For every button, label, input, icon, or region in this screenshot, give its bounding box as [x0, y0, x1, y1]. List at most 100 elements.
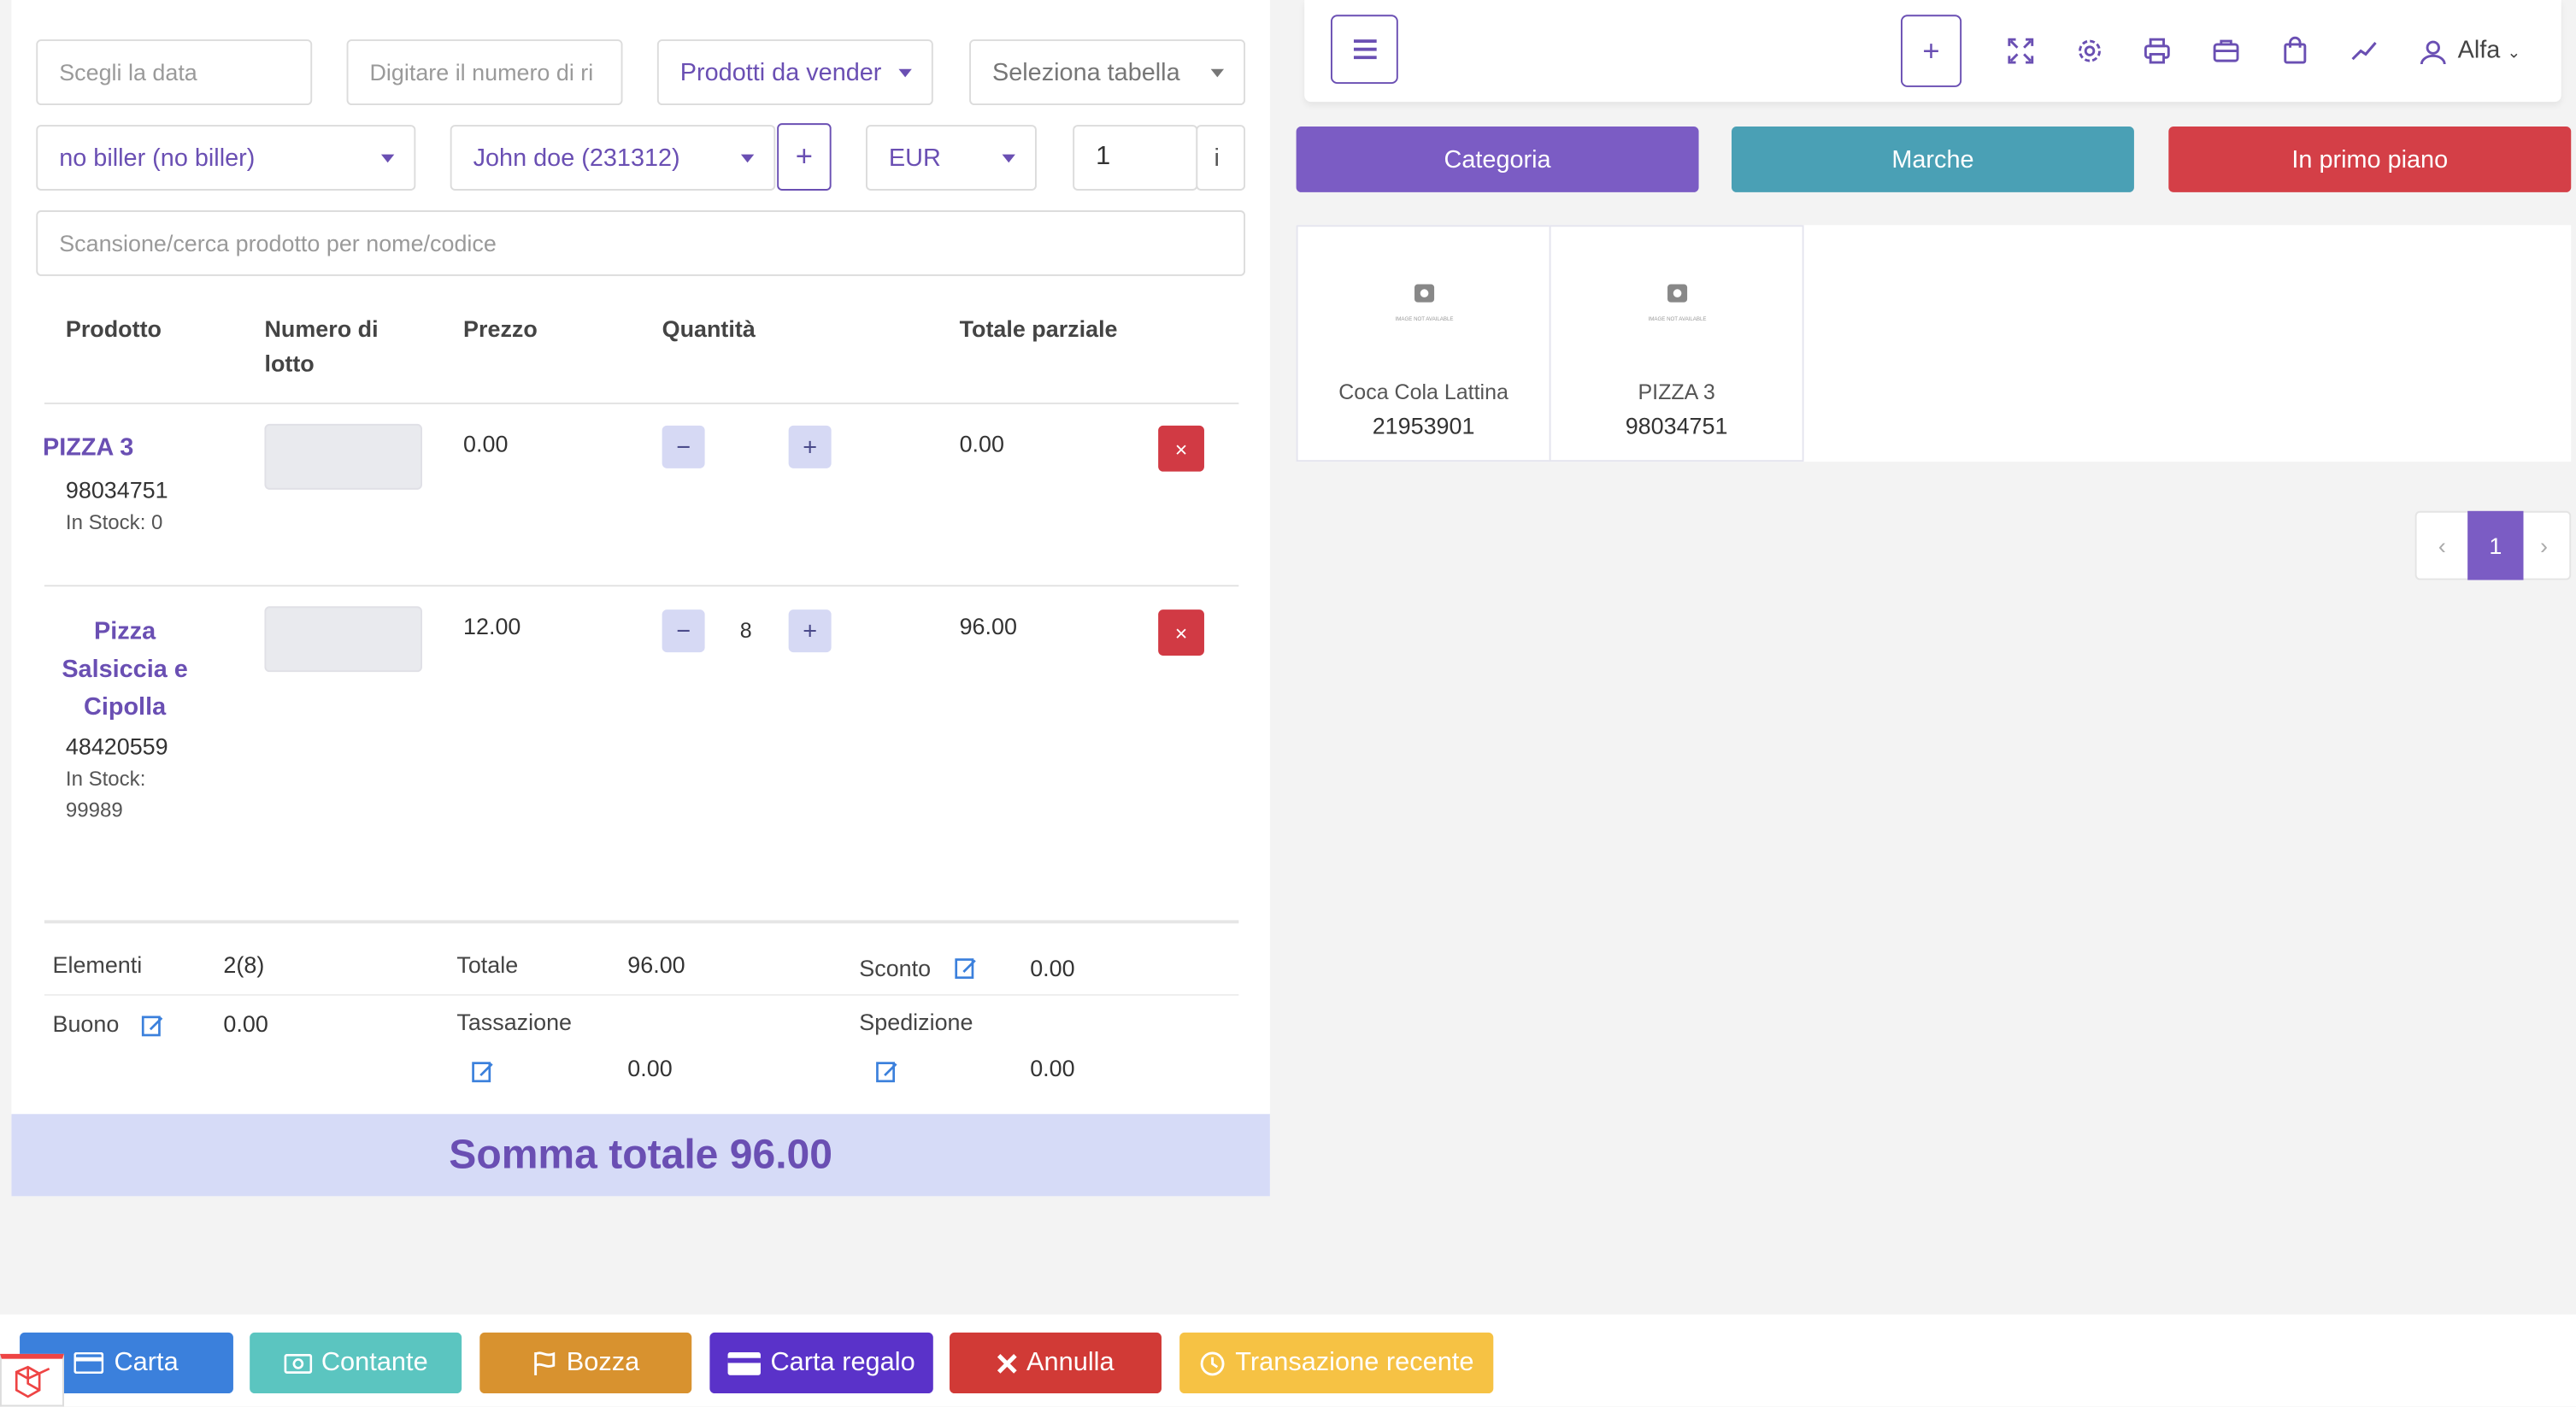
briefcase-icon[interactable]	[2211, 36, 2241, 66]
col-product: Prodotto	[65, 315, 162, 342]
image-caption: IMAGE NOT AVAILABLE	[1648, 316, 1706, 322]
next-page-button[interactable]: ›	[2519, 513, 2570, 579]
table-select-value: Seleziona tabella	[992, 58, 1180, 86]
product-card-name: Coca Cola Lattina	[1338, 380, 1509, 404]
current-page-button[interactable]: 1	[2467, 510, 2524, 580]
date-input[interactable]: Scegli la data	[36, 39, 313, 106]
category-button[interactable]: Categoria	[1296, 127, 1699, 192]
product-search-input[interactable]: Scansione/cerca prodotto per nome/codice	[36, 210, 1246, 276]
gift-card-label: Carta regalo	[770, 1348, 915, 1376]
row-product-stock: In Stock: 99989	[65, 767, 146, 822]
product-card[interactable]: IMAGE NOT AVAILABLE PIZZA 3 98034751	[1549, 225, 1804, 462]
image-placeholder-icon: IMAGE NOT AVAILABLE	[1648, 284, 1706, 322]
user-menu[interactable]: Alfa ⌄	[2458, 36, 2521, 64]
row-price: 12.00	[463, 612, 521, 639]
product-card-name: PIZZA 3	[1638, 380, 1715, 404]
biller-value: no biller (no biller)	[59, 144, 256, 172]
menu-toggle-button[interactable]	[1330, 15, 1398, 85]
edit-icon[interactable]	[472, 1060, 495, 1083]
edit-icon[interactable]	[955, 957, 978, 980]
col-price: Prezzo	[463, 315, 538, 342]
lot-number-input[interactable]	[264, 606, 423, 673]
payment-bar: Carta Contante Bozza Carta regalo Annull…	[0, 1314, 2576, 1407]
card-payment-label: Carta	[114, 1348, 179, 1376]
col-subtotal: Totale parziale	[959, 315, 1118, 342]
row-product-name[interactable]: Pizza Salsiccia e Cipolla	[43, 613, 207, 727]
biller-select[interactable]: no biller (no biller)	[36, 125, 416, 191]
brands-button[interactable]: Marche	[1731, 127, 2134, 192]
shipping-value: 0.00	[1030, 1055, 1075, 1081]
lot-number-input[interactable]	[264, 423, 423, 490]
reference-input[interactable]: Digitare il numero di ri	[346, 39, 623, 106]
reference-placeholder: Digitare il numero di ri	[369, 59, 594, 85]
discount-value: 0.00	[1030, 954, 1075, 981]
row-product-name[interactable]: PIZZA 3	[43, 429, 133, 467]
cash-payment-button[interactable]: Contante	[250, 1332, 462, 1394]
items-label: Elementi	[52, 951, 143, 978]
framework-logo	[0, 1353, 64, 1407]
row-product-code: 98034751	[65, 476, 168, 503]
delete-row-button[interactable]: ×	[1158, 425, 1204, 472]
user-icon[interactable]	[2418, 38, 2448, 68]
products-to-sell-select[interactable]: Prodotti da vender	[656, 39, 933, 106]
product-grid: IMAGE NOT AVAILABLE Coca Cola Lattina 21…	[1296, 225, 2572, 462]
add-button[interactable]: +	[1900, 15, 1962, 87]
draft-label: Bozza	[566, 1348, 640, 1376]
money-icon	[283, 1352, 312, 1373]
chevron-down-icon	[740, 154, 755, 163]
divider	[44, 402, 1239, 404]
add-customer-button[interactable]: +	[777, 123, 832, 191]
row-subtotal: 0.00	[959, 430, 1004, 457]
draft-button[interactable]: Bozza	[479, 1332, 692, 1394]
date-placeholder: Scegli la data	[59, 59, 197, 85]
cancel-label: Annulla	[1026, 1348, 1115, 1376]
shopping-bag-icon[interactable]	[2280, 36, 2310, 66]
tax-value: 0.00	[627, 1055, 673, 1081]
chevron-down-icon	[898, 68, 912, 78]
delete-row-button[interactable]: ×	[1158, 609, 1204, 656]
cancel-button[interactable]: Annulla	[950, 1332, 1162, 1394]
credit-card-icon	[74, 1351, 104, 1374]
recent-transactions-button[interactable]: Transazione recente	[1179, 1332, 1494, 1394]
divider	[44, 920, 1239, 924]
exchange-rate-input[interactable]: 1	[1073, 125, 1198, 191]
quantity-input[interactable]	[705, 426, 787, 468]
divider	[44, 585, 1239, 587]
image-placeholder-icon: IMAGE NOT AVAILABLE	[1395, 284, 1453, 322]
shipping-label: Spedizione	[859, 1009, 973, 1035]
row-product-code: 48420559	[65, 733, 168, 760]
clock-icon	[1200, 1351, 1225, 1375]
decrease-quantity-button[interactable]: −	[662, 609, 705, 653]
prev-page-button[interactable]: ‹	[2417, 513, 2468, 579]
col-quantity: Quantità	[662, 315, 756, 342]
coupon-value: 0.00	[223, 1010, 268, 1037]
decrease-quantity-button[interactable]: −	[662, 425, 705, 468]
customer-select[interactable]: John doe (231312)	[450, 125, 776, 191]
total-value: 96.00	[627, 951, 685, 978]
chevron-down-icon	[1210, 68, 1225, 78]
table-select[interactable]: Seleziona tabella	[969, 39, 1246, 106]
products-to-sell-value: Prodotti da vender	[679, 58, 882, 86]
exchange-rate-value: 1	[1096, 143, 1111, 171]
fullscreen-icon[interactable]	[2006, 36, 2036, 66]
close-icon	[997, 1353, 1017, 1373]
customer-value: John doe (231312)	[473, 144, 680, 172]
gear-icon[interactable]	[2075, 36, 2105, 66]
edit-icon[interactable]	[876, 1060, 899, 1083]
increase-quantity-button[interactable]: +	[788, 609, 832, 653]
quantity-input[interactable]: 8	[705, 609, 787, 652]
featured-button[interactable]: In primo piano	[2168, 127, 2572, 192]
product-card[interactable]: IMAGE NOT AVAILABLE Coca Cola Lattina 21…	[1296, 225, 1551, 462]
chevron-down-icon	[1002, 154, 1015, 163]
top-toolbar: + Alfa ⌄	[1304, 0, 2561, 103]
divider	[44, 993, 1239, 996]
edit-icon[interactable]	[141, 1014, 164, 1037]
image-caption: IMAGE NOT AVAILABLE	[1395, 316, 1453, 322]
increase-quantity-button[interactable]: +	[788, 425, 832, 468]
chart-line-icon[interactable]	[2350, 36, 2379, 66]
gift-card-button[interactable]: Carta regalo	[709, 1332, 933, 1394]
info-button[interactable]: i	[1196, 125, 1246, 191]
printer-icon[interactable]	[2143, 36, 2173, 66]
hamburger-icon	[1352, 39, 1376, 60]
currency-select[interactable]: EUR	[865, 125, 1037, 191]
